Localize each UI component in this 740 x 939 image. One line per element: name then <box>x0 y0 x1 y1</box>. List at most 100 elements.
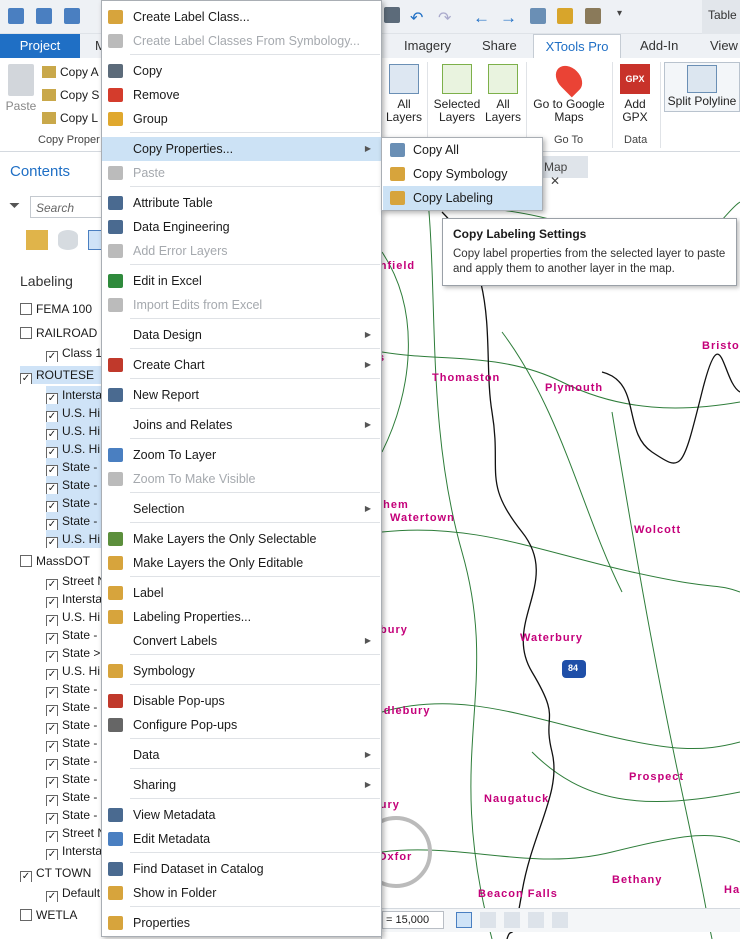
selected-layers-button[interactable]: Selected Layers <box>432 64 482 124</box>
menu-item-group[interactable]: Group <box>102 107 381 131</box>
layer-checkbox[interactable] <box>20 327 32 339</box>
layer-checkbox[interactable]: ✓ <box>46 579 58 590</box>
layer-checkbox[interactable]: ✓ <box>46 705 58 716</box>
layer-checkbox[interactable]: ✓ <box>46 891 58 902</box>
layer-checkbox[interactable]: ✓ <box>46 741 58 752</box>
layer-item[interactable]: ✓ CT TOWN <box>20 864 110 882</box>
tab-xtools-pro[interactable]: XTools Pro <box>533 34 621 59</box>
table-icon[interactable] <box>504 912 520 928</box>
constraint-icon[interactable] <box>528 912 544 928</box>
layer-checkbox[interactable]: ✓ <box>46 447 58 458</box>
layer-checkbox[interactable]: ✓ <box>46 597 58 608</box>
table-view-icon[interactable] <box>384 7 400 23</box>
menu-item-zoom-to-make-visible[interactable]: Zoom To Make Visible <box>102 467 381 491</box>
layer-checkbox[interactable]: ✓ <box>20 373 32 384</box>
all-layers-button-2[interactable]: All Layers <box>484 64 522 124</box>
menu-item-data-engineering[interactable]: Data Engineering <box>102 215 381 239</box>
layer-checkbox[interactable]: ✓ <box>46 687 58 698</box>
layer-checkbox[interactable] <box>20 909 32 921</box>
layer-item[interactable]: WETLA <box>20 906 110 924</box>
layer-checkbox[interactable]: ✓ <box>46 519 58 530</box>
layer-checkbox[interactable]: ✓ <box>46 483 58 494</box>
layer-checkbox[interactable]: ✓ <box>46 537 58 548</box>
save-icon[interactable] <box>64 8 80 24</box>
layer-checkbox[interactable]: ✓ <box>46 393 58 404</box>
layer-checkbox[interactable] <box>20 555 32 567</box>
menu-item-properties[interactable]: Properties <box>102 911 381 935</box>
layer-checkbox[interactable]: ✓ <box>46 669 58 680</box>
menu-item-new-report[interactable]: New Report <box>102 383 381 407</box>
table-context-tab[interactable]: Table <box>702 0 740 34</box>
grid-icon[interactable] <box>480 912 496 928</box>
copy-symbology-button[interactable]: Copy S <box>42 88 99 102</box>
menu-item-find-dataset-in-catalog[interactable]: Find Dataset in Catalog <box>102 857 381 881</box>
paste-button[interactable]: Paste <box>4 64 38 113</box>
menu-item-edit-in-excel[interactable]: Edit in Excel <box>102 269 381 293</box>
layer-checkbox[interactable]: ✓ <box>20 871 32 882</box>
submenu-item-copy-labeling[interactable]: Copy Labeling <box>383 186 542 210</box>
split-polyline-button[interactable]: Split Polyline <box>664 62 740 112</box>
add-gpx-button[interactable]: GPX Add GPX <box>616 64 654 124</box>
menu-item-sharing[interactable]: Sharing ▶ <box>102 773 381 797</box>
tab-view[interactable]: View <box>710 38 738 53</box>
back-icon[interactable]: ← <box>473 8 490 27</box>
menu-item-edit-metadata[interactable]: Edit Metadata <box>102 827 381 851</box>
layer-checkbox[interactable]: ✓ <box>46 831 58 842</box>
forward-icon[interactable]: → <box>500 8 517 27</box>
snapping-icon[interactable] <box>456 912 472 928</box>
menu-item-attribute-table[interactable]: Attribute Table <box>102 191 381 215</box>
menu-item-make-layers-the-only-selectable[interactable]: Make Layers the Only Selectable <box>102 527 381 551</box>
menu-item-disable-pop-ups[interactable]: Disable Pop-ups <box>102 689 381 713</box>
layer-checkbox[interactable]: ✓ <box>46 651 58 662</box>
toolbox-icon[interactable] <box>585 8 601 24</box>
layer-checkbox[interactable]: ✓ <box>46 501 58 512</box>
layer-checkbox[interactable]: ✓ <box>46 351 58 362</box>
layer-checkbox[interactable]: ✓ <box>46 795 58 806</box>
menu-item-data-design[interactable]: Data Design ▶ <box>102 323 381 347</box>
menu-item-data[interactable]: Data ▶ <box>102 743 381 767</box>
open-icon[interactable] <box>36 8 52 24</box>
pause-icon[interactable] <box>552 912 568 928</box>
scale-selector[interactable]: = 15,000 <box>382 911 444 929</box>
data-source-icon[interactable] <box>58 230 78 250</box>
menu-item-copy[interactable]: Copy <box>102 59 381 83</box>
menu-item-configure-pop-ups[interactable]: Configure Pop-ups <box>102 713 381 737</box>
copy-all-button[interactable]: Copy A <box>42 65 99 79</box>
menu-item-show-in-folder[interactable]: Show in Folder <box>102 881 381 905</box>
layer-checkbox[interactable]: ✓ <box>46 465 58 476</box>
layer-checkbox[interactable]: ✓ <box>46 759 58 770</box>
layer-checkbox[interactable]: ✓ <box>46 813 58 824</box>
menu-item-create-label-class[interactable]: Create Label Class... <box>102 5 381 29</box>
tab-share[interactable]: Share <box>482 38 517 53</box>
layer-checkbox[interactable]: ✓ <box>46 411 58 422</box>
search-input[interactable]: Search <box>30 196 102 218</box>
redo-icon[interactable]: ↷ <box>438 8 454 27</box>
layer-checkbox[interactable]: ✓ <box>46 777 58 788</box>
go-to-google-maps-button[interactable]: Go to Google Maps <box>530 60 608 124</box>
filter-icon[interactable]: ⏷ <box>9 198 23 212</box>
menu-item-paste[interactable]: Paste <box>102 161 381 185</box>
menu-item-create-chart[interactable]: Create Chart ▶ <box>102 353 381 377</box>
map-icon[interactable] <box>530 8 546 24</box>
menu-item-copy-properties[interactable]: Copy Properties... ▶ <box>102 137 381 161</box>
layer-checkbox[interactable]: ✓ <box>46 633 58 644</box>
layer-checkbox[interactable]: ✓ <box>46 849 58 860</box>
layout-icon[interactable] <box>557 8 573 24</box>
tab-add-in[interactable]: Add-In <box>640 38 678 53</box>
map-view-tab[interactable]: Map ✕ <box>540 156 588 188</box>
menu-item-joins-and-relates[interactable]: Joins and Relates ▶ <box>102 413 381 437</box>
menu-item-symbology[interactable]: Symbology <box>102 659 381 683</box>
layer-checkbox[interactable] <box>20 303 32 315</box>
menu-item-add-error-layers[interactable]: Add Error Layers <box>102 239 381 263</box>
selection-view-icon[interactable] <box>88 230 102 250</box>
all-layers-button[interactable]: All Layers <box>384 64 424 124</box>
menu-item-labeling-properties[interactable]: Labeling Properties... <box>102 605 381 629</box>
submenu-item-copy-symbology[interactable]: Copy Symbology <box>383 162 542 186</box>
menu-item-label[interactable]: Label <box>102 581 381 605</box>
copy-labeling-button[interactable]: Copy L <box>42 111 98 125</box>
menu-item-create-label-classes-from-symbology[interactable]: Create Label Classes From Symbology... <box>102 29 381 53</box>
menu-item-make-layers-the-only-editable[interactable]: Make Layers the Only Editable <box>102 551 381 575</box>
menu-item-import-edits-from-excel[interactable]: Import Edits from Excel <box>102 293 381 317</box>
layer-item[interactable]: FEMA 100 <box>20 300 110 318</box>
layer-checkbox[interactable]: ✓ <box>46 615 58 626</box>
